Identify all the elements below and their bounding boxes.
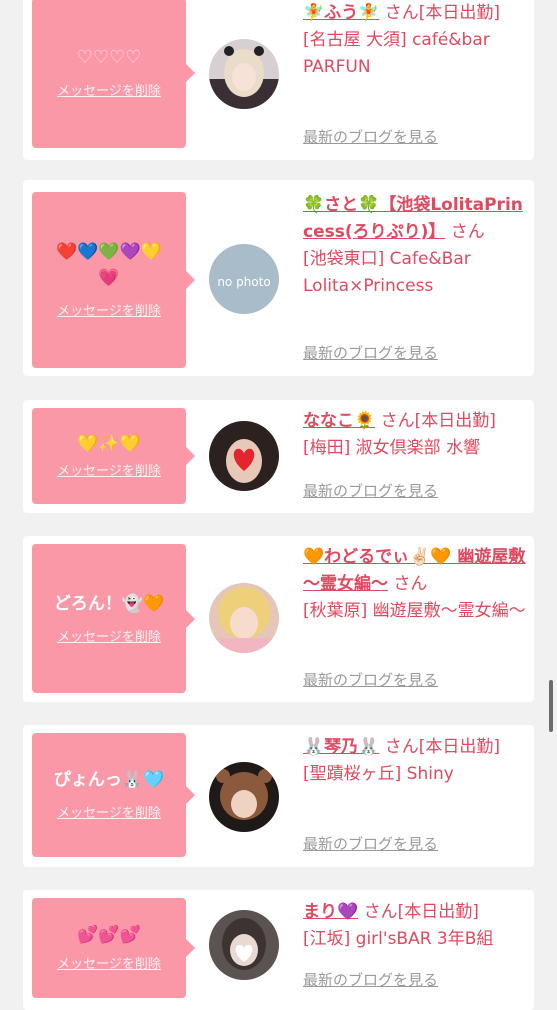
message-text: 💕💕💕	[77, 925, 141, 945]
shop-name: [秋葉原] 幽遊屋敷〜霊女編〜	[303, 601, 526, 621]
view-blog-link[interactable]: 最新のブログを見る	[303, 670, 438, 690]
shop-name: [池袋東口] Cafe&Bar Lolita×Princess	[303, 249, 471, 296]
view-blog-link[interactable]: 最新のブログを見る	[303, 481, 438, 501]
view-blog-link[interactable]: 最新のブログを見る	[303, 834, 438, 854]
list-item: どろん！👻🧡 メッセージを削除 🧡わどるでぃ✌🏻🧡 幽遊屋敷 〜霊女編〜 さん …	[23, 536, 534, 702]
user-info: 🧚ふう🧚 さん[本日出勤] [名古屋 大須] café&bar PARFUN	[303, 0, 527, 81]
view-blog-link[interactable]: 最新のブログを見る	[303, 343, 438, 363]
user-info: 🐰琴乃🐰 さん[本日出勤] [聖蹟桜ヶ丘] Shiny	[303, 734, 527, 788]
avatar[interactable]	[209, 583, 279, 653]
shop-name: [江坂] girl'sBAR 3年B組	[303, 929, 494, 949]
user-info: 🍀さと🍀【池袋LolitaPrincess(ろりぷり)】 さん [池袋東口] C…	[303, 192, 527, 300]
delete-message-link[interactable]: メッセージを削除	[57, 805, 161, 823]
user-status: さん	[393, 574, 428, 594]
delete-message-link[interactable]: メッセージを削除	[57, 956, 161, 974]
message-text: どろん！👻🧡	[53, 593, 165, 614]
message-text: ♡♡♡♡	[76, 47, 142, 68]
shop-name: [梅田] 淑女倶楽部 水響	[303, 438, 481, 458]
user-name-link[interactable]: ななこ🌻	[303, 411, 375, 431]
shop-name: [聖蹟桜ヶ丘] Shiny	[303, 764, 454, 784]
user-status: さん[本日出勤]	[363, 902, 479, 922]
no-photo-text: no photo	[217, 275, 270, 289]
message-bubble: ❤️💙💚💜💛💗 メッセージを削除	[32, 192, 195, 368]
scrollbar[interactable]	[549, 680, 553, 732]
delete-message-link[interactable]: メッセージを削除	[57, 83, 161, 101]
avatar[interactable]	[209, 39, 279, 109]
message-bubble: 💛✨💛 メッセージを削除	[32, 408, 195, 504]
user-status: さん	[450, 222, 485, 242]
user-info: 🧡わどるでぃ✌🏻🧡 幽遊屋敷 〜霊女編〜 さん [秋葉原] 幽遊屋敷〜霊女編〜	[303, 544, 527, 625]
user-status: さん[本日出勤]	[384, 3, 501, 23]
user-name-link[interactable]: 🍀さと🍀【池袋LolitaPrincess(ろりぷり)】	[303, 195, 523, 242]
message-text: ❤️💙💚💜💛💗	[56, 242, 162, 288]
user-name-link[interactable]: 🧚ふう🧚	[303, 3, 379, 23]
user-info: ななこ🌻 さん[本日出勤] [梅田] 淑女倶楽部 水響	[303, 408, 527, 462]
message-bubble: どろん！👻🧡 メッセージを削除	[32, 544, 195, 693]
delete-message-link[interactable]: メッセージを削除	[57, 629, 161, 647]
message-text: 💛✨💛	[77, 434, 141, 454]
user-info: まり💜 さん[本日出勤] [江坂] girl'sBAR 3年B組	[303, 899, 527, 953]
avatar[interactable]	[209, 910, 279, 980]
shop-name: [名古屋 大須] café&bar PARFUN	[303, 30, 490, 77]
message-bubble: 💕💕💕 メッセージを削除	[32, 898, 195, 998]
avatar[interactable]	[209, 421, 279, 491]
list-item: ぴょんっ🐰🩵 メッセージを削除 🐰琴乃🐰 さん[本日出勤] [聖蹟桜ヶ丘] Sh…	[23, 725, 534, 867]
list-item: 💛✨💛 メッセージを削除 ななこ🌻 さん[本日出勤] [梅田] 淑女倶楽部 水響…	[23, 400, 534, 513]
delete-message-link[interactable]: メッセージを削除	[57, 303, 161, 321]
avatar[interactable]: no photo	[209, 244, 279, 314]
user-status: さん[本日出勤]	[380, 411, 496, 431]
view-blog-link[interactable]: 最新のブログを見る	[303, 970, 438, 990]
message-bubble: ♡♡♡♡ メッセージを削除	[32, 0, 195, 148]
view-blog-link[interactable]: 最新のブログを見る	[303, 127, 438, 147]
delete-message-link[interactable]: メッセージを削除	[57, 463, 161, 481]
list-item: ♡♡♡♡ メッセージを削除 🧚ふう🧚 さん[本日出勤] [名古屋 大須] caf…	[23, 0, 534, 160]
list-item: 💕💕💕 メッセージを削除 まり💜 さん[本日出勤] [江坂] girl'sBAR…	[23, 890, 534, 1010]
message-bubble: ぴょんっ🐰🩵 メッセージを削除	[32, 733, 195, 857]
user-status: さん[本日出勤]	[384, 737, 501, 757]
user-name-link[interactable]: 🐰琴乃🐰	[303, 737, 379, 757]
user-name-link[interactable]: まり💜	[303, 902, 358, 922]
list-item: ❤️💙💚💜💛💗 メッセージを削除 no photo 🍀さと🍀【池袋LolitaP…	[23, 180, 534, 376]
message-text: ぴょんっ🐰🩵	[53, 770, 165, 790]
avatar[interactable]	[209, 762, 279, 832]
